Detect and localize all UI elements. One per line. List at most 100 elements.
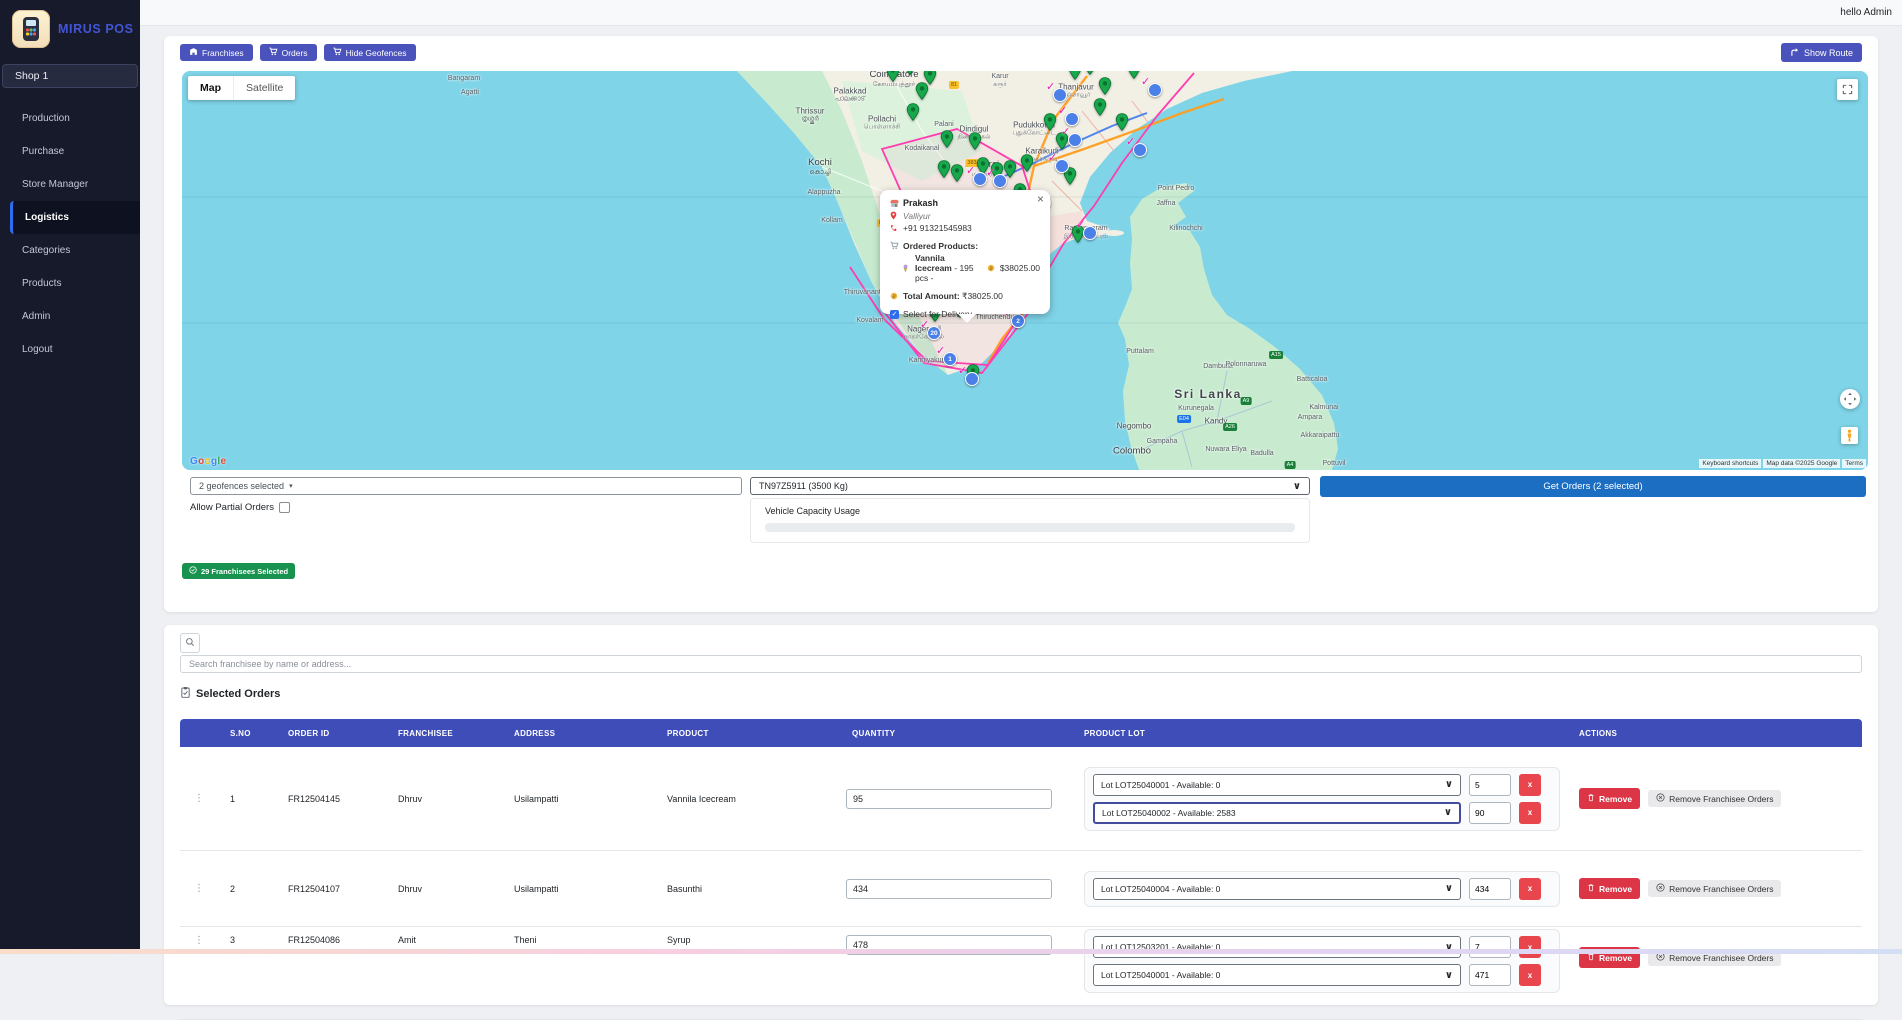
map-type-map-tab[interactable]: Map bbox=[188, 76, 233, 100]
franchisee-marker-pin[interactable] bbox=[904, 71, 917, 75]
map-label: Point Pedro bbox=[1158, 185, 1195, 193]
sidebar-item-products[interactable]: Products bbox=[0, 267, 140, 300]
franchisee-marker-pin[interactable] bbox=[951, 164, 964, 182]
remove-button[interactable]: Remove bbox=[1579, 788, 1640, 809]
franchisee-marker-pin[interactable] bbox=[941, 130, 954, 148]
sidebar-item-store-manager[interactable]: Store Manager bbox=[0, 168, 140, 201]
search-button[interactable] bbox=[180, 633, 200, 653]
franchisee-marker-pin[interactable] bbox=[916, 82, 929, 100]
close-icon[interactable]: × bbox=[1037, 193, 1044, 205]
map-type-satellite-tab[interactable]: Satellite bbox=[233, 76, 295, 100]
google-logo[interactable]: Google bbox=[190, 456, 226, 467]
lot-quantity-input[interactable] bbox=[1469, 878, 1511, 900]
sidebar-item-logout[interactable]: Logout bbox=[0, 333, 140, 366]
remove-lot-button[interactable]: x bbox=[1519, 802, 1541, 824]
pan-control[interactable] bbox=[1840, 389, 1860, 409]
popup-select-label: Select for Delivery bbox=[903, 309, 972, 319]
quantity-input[interactable] bbox=[846, 879, 1052, 899]
order-marker-cluster[interactable]: 20✓ bbox=[927, 326, 941, 340]
selected-check-icon: ✓ bbox=[920, 318, 929, 331]
selected-orders-label: Selected Orders bbox=[196, 688, 280, 700]
keyboard-shortcuts-link[interactable]: Keyboard shortcuts bbox=[1699, 459, 1761, 468]
remove-franchisee-orders-button[interactable]: Remove Franchisee Orders bbox=[1648, 790, 1781, 807]
terms-link[interactable]: Terms bbox=[1842, 459, 1866, 468]
lot-quantity-input[interactable] bbox=[1469, 774, 1511, 796]
map-label: Kollam bbox=[821, 217, 842, 225]
order-marker-cluster[interactable]: 1✓ bbox=[943, 352, 957, 366]
popup-total-value: ₹38025.00 bbox=[962, 291, 1003, 301]
sidebar-item-categories[interactable]: Categories bbox=[0, 234, 140, 267]
lot-quantity-input[interactable] bbox=[1469, 936, 1511, 958]
order-marker-cluster[interactable]: ✓ bbox=[1068, 133, 1082, 147]
map-canvas[interactable]: Map Satellite Google Keyboard shortcuts … bbox=[182, 71, 1868, 470]
franchisee-marker-pin[interactable] bbox=[1084, 71, 1097, 75]
lot-select[interactable]: Lot LOT25040001 - Available: 0 ∨ bbox=[1093, 964, 1461, 986]
franchisee-marker-pin[interactable] bbox=[1004, 160, 1017, 178]
fullscreen-button[interactable] bbox=[1837, 79, 1858, 100]
sidebar-item-production[interactable]: Production bbox=[0, 102, 140, 135]
map-label: Polonnaruwa bbox=[1226, 361, 1267, 369]
order-marker-cluster[interactable]: ✓ bbox=[1148, 83, 1162, 97]
lot-select[interactable]: Lot LOT25040001 - Available: 0 ∨ bbox=[1093, 774, 1461, 796]
chevron-down-icon: ▾ bbox=[289, 482, 293, 490]
lot-quantity-input[interactable] bbox=[1469, 802, 1511, 824]
allow-partial-orders: Allow Partial Orders bbox=[190, 502, 290, 513]
order-marker-cluster[interactable]: ✓ bbox=[1133, 143, 1147, 157]
lot-quantity-input[interactable] bbox=[1469, 964, 1511, 986]
selected-check-icon: ✓ bbox=[966, 164, 975, 177]
franchisee-marker-pin[interactable] bbox=[1069, 71, 1082, 80]
franchisee-marker-pin[interactable] bbox=[1128, 71, 1141, 79]
geofence-multiselect[interactable]: 2 geofences selected ▾ bbox=[190, 477, 742, 495]
road-shield: E04 bbox=[1177, 415, 1191, 423]
vehicle-select[interactable]: TN97Z5911 (3500 Kg) ∨ bbox=[750, 477, 1310, 495]
order-marker-cluster[interactable]: ✓ bbox=[1055, 159, 1069, 173]
lot-select[interactable]: Lot LOT25040004 - Available: 0 ∨ bbox=[1093, 878, 1461, 900]
franchisee-marker-pin[interactable] bbox=[887, 71, 900, 82]
remove-lot-button[interactable]: x bbox=[1519, 964, 1541, 986]
lot-select[interactable]: Lot LOT12503201 - Available: 0 ∨ bbox=[1093, 936, 1461, 958]
orders-button[interactable]: Orders bbox=[260, 44, 317, 61]
quantity-input[interactable] bbox=[846, 789, 1052, 809]
map-data-label: Map data ©2025 Google bbox=[1763, 459, 1840, 468]
franchisee-marker-pin[interactable] bbox=[1116, 113, 1129, 131]
franchisee-marker-pin[interactable] bbox=[969, 132, 982, 150]
franchisee-marker-pin[interactable] bbox=[1044, 113, 1057, 131]
franchisee-marker-pin[interactable] bbox=[907, 103, 920, 121]
drag-handle[interactable]: ⋮ bbox=[188, 883, 204, 894]
lot-select[interactable]: Lot LOT25040002 - Available: 2583 ∨ bbox=[1093, 802, 1461, 824]
sidebar-item-admin[interactable]: Admin bbox=[0, 300, 140, 333]
allow-partial-checkbox[interactable] bbox=[279, 502, 290, 513]
order-marker-cluster[interactable]: ✓ bbox=[1053, 88, 1067, 102]
remove-lot-button[interactable]: x bbox=[1519, 774, 1541, 796]
shop-selector[interactable]: Shop 1 bbox=[2, 64, 138, 88]
sidebar-item-purchase[interactable]: Purchase bbox=[0, 135, 140, 168]
franchises-button[interactable]: Franchises bbox=[180, 44, 253, 61]
show-route-button[interactable]: Show Route bbox=[1781, 43, 1862, 62]
order-marker-cluster[interactable]: ✓ bbox=[973, 172, 987, 186]
order-marker-cluster[interactable]: ✓ bbox=[965, 372, 979, 386]
franchisee-marker-pin[interactable] bbox=[938, 160, 951, 178]
table-row: ⋮ 2 FR12504107 Dhruv Usilampatti Basunth… bbox=[180, 851, 1862, 927]
sidebar-item-logistics[interactable]: Logistics bbox=[10, 201, 140, 234]
pegman-icon[interactable] bbox=[1841, 427, 1858, 444]
franchisee-marker-pin[interactable] bbox=[1099, 77, 1112, 95]
order-marker-cluster[interactable]: ✓ bbox=[993, 174, 1007, 188]
franchisee-marker-pin[interactable] bbox=[1094, 98, 1107, 116]
remove-lot-button[interactable]: x bbox=[1519, 936, 1541, 958]
get-orders-button[interactable]: Get Orders (2 selected) bbox=[1320, 476, 1866, 497]
franchisee-marker-pin[interactable] bbox=[1021, 154, 1034, 172]
lot-option-label: Lot LOT25040002 - Available: 2583 bbox=[1102, 808, 1236, 818]
order-marker-cluster[interactable]: ✓ bbox=[1083, 226, 1097, 240]
remove-button[interactable]: Remove bbox=[1579, 878, 1640, 899]
map-label: Badulla bbox=[1250, 450, 1273, 458]
drag-handle[interactable]: ⋮ bbox=[188, 935, 204, 946]
lot-box: Lot LOT25040004 - Available: 0 ∨ x bbox=[1084, 871, 1560, 907]
remove-franchisee-orders-button[interactable]: Remove Franchisee Orders bbox=[1648, 880, 1781, 897]
order-marker-cluster[interactable]: ✓ bbox=[1065, 112, 1079, 126]
drag-handle[interactable]: ⋮ bbox=[188, 793, 204, 804]
search-input[interactable] bbox=[180, 655, 1862, 673]
hide-geofences-button[interactable]: Hide Geofences bbox=[324, 44, 416, 61]
remove-lot-button[interactable]: x bbox=[1519, 878, 1541, 900]
user-greeting[interactable]: hello Admin bbox=[1840, 7, 1892, 18]
select-for-delivery-checkbox[interactable]: ✓ bbox=[890, 310, 899, 319]
